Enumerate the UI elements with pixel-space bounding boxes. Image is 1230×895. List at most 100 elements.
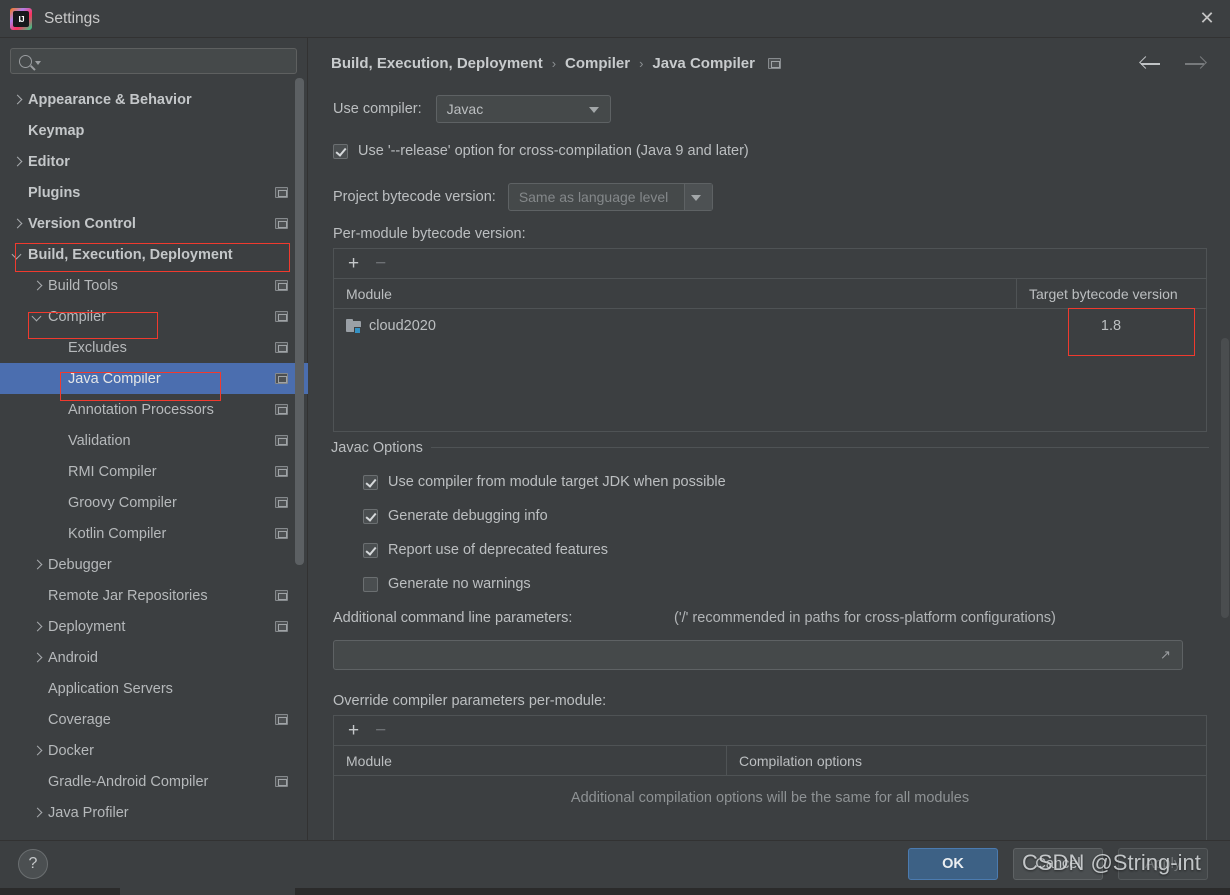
table-row[interactable]: cloud2020 1.8 (334, 309, 1206, 343)
sidebar-item-label: Groovy Compiler (68, 494, 177, 511)
chevron-right-icon[interactable] (10, 93, 24, 107)
sidebar-item-debugger[interactable]: Debugger (0, 549, 308, 580)
sidebar-item-label: Java Compiler (68, 370, 161, 387)
sidebar-item-label: Editor (28, 153, 70, 170)
breadcrumb: Build, Execution, Deployment › Compiler … (331, 55, 781, 72)
chevron-down-icon[interactable] (30, 310, 44, 324)
breadcrumb-part-2: Java Compiler (652, 55, 755, 72)
sidebar-item-label: Build Tools (48, 277, 118, 294)
javac-option-row-3[interactable]: Generate no warnings (363, 576, 531, 592)
breadcrumb-part-1[interactable]: Compiler (565, 55, 630, 72)
sidebar-item-build-tools[interactable]: Build Tools (0, 270, 308, 301)
chevron-right-icon[interactable] (30, 279, 44, 293)
sidebar-scrollbar[interactable] (295, 78, 304, 565)
sidebar-item-keymap[interactable]: Keymap (0, 115, 308, 146)
sidebar-item-label: Java Profiler (48, 804, 129, 821)
arrow-left-icon[interactable] (1138, 52, 1164, 76)
ok-button[interactable]: OK (908, 848, 998, 880)
javac-option-row-1[interactable]: Generate debugging info (363, 508, 548, 524)
sidebar-item-deployment[interactable]: Deployment (0, 611, 308, 642)
sidebar-item-compiler[interactable]: Compiler (0, 301, 308, 332)
project-bytecode-label: Project bytecode version: (333, 189, 496, 205)
remove-module-button: − (375, 253, 387, 274)
sidebar-item-label: Android (48, 649, 98, 666)
sidebar-item-build-execution-deployment[interactable]: Build, Execution, Deployment (0, 239, 308, 270)
javac-option-checkbox-1[interactable] (363, 508, 378, 524)
sidebar-item-plugins[interactable]: Plugins (0, 177, 308, 208)
sidebar-item-appearance-behavior[interactable]: Appearance & Behavior (0, 84, 308, 115)
dialog-footer: ? OK Cancel Apply (0, 840, 1230, 888)
chevron-right-icon[interactable] (30, 558, 44, 572)
chevron-right-icon[interactable] (30, 806, 44, 820)
settings-sidebar: Appearance & Behavior Keymap Editor Plugins… (0, 38, 308, 840)
override-table-toolbar: + − (334, 716, 1206, 746)
javac-option-checkbox-2[interactable] (363, 542, 378, 558)
project-bytecode-select[interactable]: Same as language level (507, 183, 713, 211)
project-settings-badge-icon (275, 217, 288, 229)
sidebar-item-version-control[interactable]: Version Control (0, 208, 308, 239)
chevron-right-icon[interactable] (30, 744, 44, 758)
sidebar-item-excludes[interactable]: Excludes (0, 332, 308, 363)
project-settings-badge-icon (275, 341, 288, 353)
search-box[interactable] (10, 48, 297, 74)
chevron-right-icon[interactable] (30, 651, 44, 665)
sidebar-item-kotlin-compiler[interactable]: Kotlin Compiler (0, 518, 308, 549)
sidebar-item-label: Application Servers (48, 680, 173, 697)
close-icon[interactable]: ✕ (1184, 0, 1230, 37)
chevron-right-icon[interactable] (10, 155, 24, 169)
target-bytecode-cell[interactable]: 1.8 (1016, 318, 1206, 334)
sidebar-item-validation[interactable]: Validation (0, 425, 308, 456)
javac-option-checkbox-0[interactable] (363, 474, 378, 490)
sidebar-item-android[interactable]: Android (0, 642, 308, 673)
chevron-down-icon[interactable] (10, 248, 24, 262)
project-settings-badge-icon (275, 186, 288, 198)
chevron-right-icon[interactable] (30, 620, 44, 634)
column-header-compilation-options: Compilation options (726, 746, 1206, 775)
release-option-checkbox[interactable] (333, 143, 348, 159)
cancel-button[interactable]: Cancel (1013, 848, 1103, 880)
main-panel-scrollbar[interactable] (1221, 338, 1229, 618)
sidebar-item-java-compiler[interactable]: Java Compiler (0, 363, 308, 394)
apply-button[interactable]: Apply (1118, 848, 1208, 880)
sidebar-item-label: Coverage (48, 711, 111, 728)
sidebar-item-annotation-processors[interactable]: Annotation Processors (0, 394, 308, 425)
use-compiler-select[interactable]: Javac (435, 95, 611, 123)
module-folder-icon (346, 318, 361, 334)
javac-option-row-2[interactable]: Report use of deprecated features (363, 542, 608, 558)
breadcrumb-part-0[interactable]: Build, Execution, Deployment (331, 55, 543, 72)
release-option-label: Use '--release' option for cross-compila… (358, 143, 749, 159)
sidebar-item-application-servers[interactable]: Application Servers (0, 673, 308, 704)
sidebar-item-label: Gradle-Android Compiler (48, 773, 209, 790)
additional-params-input[interactable]: ↗ (333, 640, 1183, 670)
chevron-down-icon (35, 61, 41, 65)
expand-icon[interactable]: ↗ (1160, 648, 1174, 662)
sidebar-item-docker[interactable]: Docker (0, 735, 308, 766)
sidebar-item-java-profiler[interactable]: Java Profiler (0, 797, 308, 828)
javac-option-row-0[interactable]: Use compiler from module target JDK when… (363, 474, 726, 490)
add-module-button[interactable]: + (348, 254, 359, 273)
sidebar-item-label: Keymap (28, 122, 85, 139)
help-button[interactable]: ? (18, 849, 48, 879)
column-header-target-bytecode: Target bytecode version (1016, 279, 1206, 308)
sidebar-item-groovy-compiler[interactable]: Groovy Compiler (0, 487, 308, 518)
sidebar-item-gradle-android-compiler[interactable]: Gradle-Android Compiler (0, 766, 308, 797)
search-input[interactable] (45, 53, 290, 69)
javac-option-checkbox-3[interactable] (363, 576, 378, 592)
sidebar-item-remote-jar-repositories[interactable]: Remote Jar Repositories (0, 580, 308, 611)
sidebar-item-label: Docker (48, 742, 94, 759)
search-icon (19, 54, 32, 68)
sidebar-item-coverage[interactable]: Coverage (0, 704, 308, 735)
sidebar-item-editor[interactable]: Editor (0, 146, 308, 177)
arrow-right-icon[interactable] (1182, 52, 1208, 76)
add-override-button[interactable]: + (348, 721, 359, 740)
sidebar-item-rmi-compiler[interactable]: RMI Compiler (0, 456, 308, 487)
release-option-checkbox-row[interactable]: Use '--release' option for cross-compila… (333, 143, 749, 159)
project-settings-badge-icon (275, 620, 288, 632)
javac-option-label-0: Use compiler from module target JDK when… (388, 474, 726, 490)
chevron-right-icon[interactable] (10, 217, 24, 231)
search-container (0, 38, 307, 82)
use-compiler-label: Use compiler: (333, 101, 422, 117)
